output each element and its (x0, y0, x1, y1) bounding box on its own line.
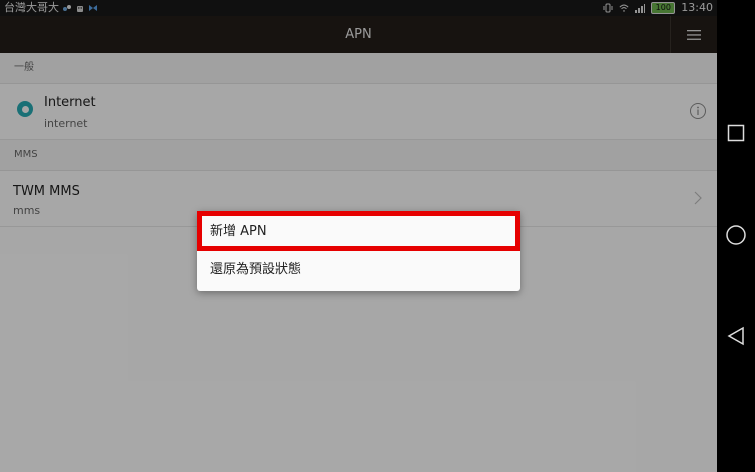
home-icon (726, 225, 746, 245)
options-dialog: 新增 APN 還原為預設狀態 (197, 211, 520, 291)
screen: 台灣大哥大 100 13:40 APN 一般 Internet internet… (0, 0, 717, 472)
recents-icon (727, 124, 745, 142)
reset-to-default-option[interactable]: 還原為預設狀態 (197, 251, 520, 289)
add-apn-option[interactable]: 新增 APN (197, 213, 520, 251)
back-icon (727, 326, 744, 346)
home-button[interactable] (725, 224, 747, 246)
navigation-bar (717, 0, 755, 472)
recents-button[interactable] (725, 122, 747, 144)
back-button[interactable] (725, 325, 747, 347)
